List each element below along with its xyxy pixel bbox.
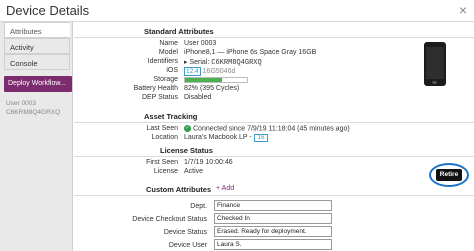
license-label: License: [153, 168, 178, 175]
add-attribute-link[interactable]: + Add: [216, 185, 234, 192]
device-status-field[interactable]: Erased. Ready for deployment.: [214, 226, 332, 237]
first-seen-label: First Seen: [146, 159, 178, 166]
last-seen-value: ✓ Connected since 7/9/19 11:18:04 (45 min…: [184, 125, 350, 132]
location-badge: 16: [253, 134, 269, 142]
battery-value: 82% (395 Cycles): [184, 85, 240, 92]
location-label: Location: [151, 134, 178, 141]
custom-attributes-title: Custom Attributes: [146, 185, 212, 194]
device-checkout-status-field[interactable]: Checked In: [214, 213, 332, 224]
last-seen-label: Last Seen: [146, 125, 178, 132]
model-label: Model: [158, 49, 178, 56]
phone-home-button: [432, 81, 437, 84]
divider: [74, 122, 474, 123]
asset-tracking-title: Asset Tracking: [144, 112, 198, 121]
sidebar-device-serial: C6KRM8Q4GRXQ: [6, 109, 61, 116]
battery-label: Battery Health: [133, 85, 178, 92]
location-value[interactable]: Laura's Macbook LP -16: [184, 134, 269, 142]
phone-screen: [426, 47, 444, 79]
custom-field-label: Dept.: [190, 203, 207, 210]
tab-activity[interactable]: Activity: [4, 38, 70, 54]
divider: [74, 37, 474, 38]
name-label: Name: [159, 40, 178, 47]
divider: [74, 156, 474, 157]
custom-field-label: Device Checkout Status: [132, 216, 207, 223]
main-panel: Standard Attributes Name User 0003 Model…: [74, 22, 474, 251]
tab-attributes[interactable]: Attributes: [4, 22, 70, 38]
identifiers-label: Identifiers: [147, 58, 178, 65]
iphone-image: [424, 42, 446, 86]
sidebar-device-user: User 0003: [6, 100, 36, 107]
storage-bar: [184, 77, 248, 83]
model-value: iPhone8,1 — iPhone 6s Space Gray 16GB: [184, 49, 317, 56]
standard-attributes-title: Standard Attributes: [144, 27, 214, 36]
custom-field-label: Device Status: [163, 229, 207, 236]
first-seen-value: 1/7/19 10:00:46: [184, 159, 233, 166]
license-value: Active: [184, 168, 204, 175]
retire-button[interactable]: Retire: [436, 169, 462, 181]
storage-label: Storage: [153, 76, 178, 83]
storage-bar-fill: [185, 78, 223, 82]
ios-label: iOS: [166, 67, 178, 74]
serial-value: C6KRM8Q4GRXQ: [211, 59, 262, 67]
ios-version-badge: 12.4: [184, 67, 201, 76]
title-bar: Device Details ×: [0, 0, 474, 22]
dep-value: Disabled: [184, 94, 212, 101]
deploy-workflow-button[interactable]: Deploy Workflow...: [4, 76, 72, 92]
ios-value: 12.4 16G5046d: [184, 67, 235, 76]
close-icon[interactable]: ×: [459, 2, 467, 18]
check-circle-icon: ✓: [184, 125, 191, 132]
window-title: Device Details: [6, 3, 90, 18]
dep-label: DEP Status: [141, 94, 178, 101]
tab-console[interactable]: Console: [4, 54, 70, 70]
device-user-field[interactable]: Laura S.: [214, 239, 332, 250]
ios-build: 16G5046d: [202, 68, 236, 75]
dept-field[interactable]: Finance: [214, 200, 332, 211]
name-value: User 0003: [184, 40, 217, 47]
license-status-title: License Status: [160, 146, 213, 155]
custom-field-label: Device User: [168, 242, 207, 249]
serial-prefix: ▸ Serial:: [184, 59, 210, 66]
identifiers-value[interactable]: ▸ Serial: C6KRM8Q4GRXQ: [184, 58, 262, 67]
divider: [74, 195, 474, 196]
last-seen-text: Connected since 7/9/19 11:18:04 (45 minu…: [193, 125, 350, 133]
retire-highlight: Retire: [429, 163, 469, 187]
sidebar: Attributes Activity Console Deploy Workf…: [0, 22, 73, 251]
location-text: Laura's Macbook LP -: [184, 134, 252, 141]
